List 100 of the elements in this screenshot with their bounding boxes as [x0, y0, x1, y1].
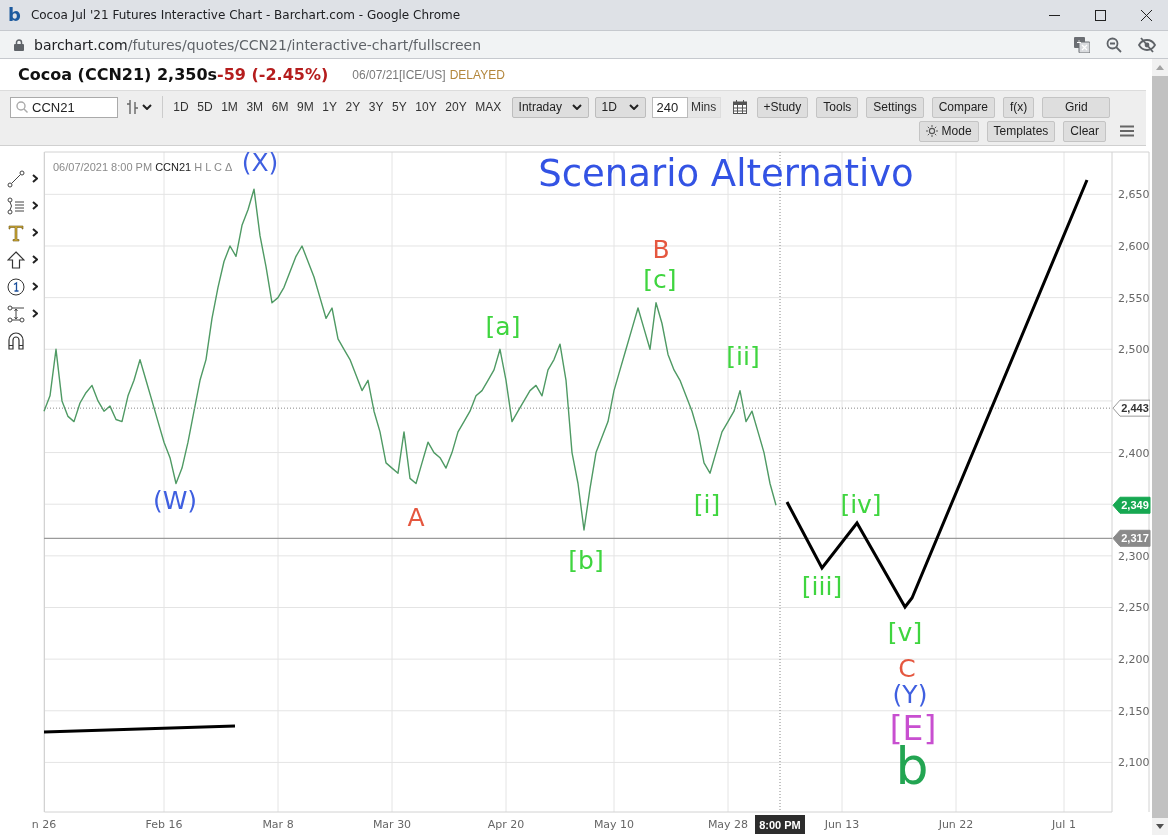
wave-label: B	[652, 234, 670, 264]
period-option[interactable]: 6M	[267, 97, 293, 117]
y-axis-label: 2,600	[1118, 240, 1150, 253]
chevron-right-icon[interactable]	[32, 282, 38, 291]
wave-label: (X)	[241, 150, 279, 177]
caret-icon	[142, 104, 152, 110]
window-title: Cocoa Jul '21 Futures Interactive Chart - Barchart.com - Google Chrome	[30, 8, 461, 22]
text-tool-icon[interactable]	[7, 223, 25, 242]
x-axis-label: Jun 22	[938, 818, 974, 831]
period-option[interactable]: 3Y	[364, 97, 388, 117]
crosshair-price-label: 2,443	[1112, 399, 1150, 417]
chevron-right-icon[interactable]	[32, 174, 38, 183]
period-option[interactable]: MAX	[470, 97, 506, 117]
period-option[interactable]: 1M	[216, 97, 243, 117]
period-option[interactable]: 20Y	[441, 97, 471, 117]
y-axis-label: 2,650	[1118, 188, 1150, 202]
y-axis-label: 2,400	[1118, 446, 1150, 460]
up-arrow-icon[interactable]	[7, 250, 25, 269]
lock-icon[interactable]	[14, 38, 24, 51]
toolbar-button[interactable]: Settings	[866, 96, 924, 118]
x-axis-label: Apr 20	[487, 818, 525, 831]
toolbar-button[interactable]: f(x)	[1003, 96, 1035, 118]
toolbar-button[interactable]: +Study	[756, 96, 809, 118]
translate-icon[interactable]	[1074, 36, 1090, 53]
caret-icon	[571, 104, 582, 110]
minutes-field[interactable]: 240	[651, 96, 688, 118]
minutes-unit-label: Mins	[687, 96, 721, 118]
last-price-label: 2,349	[1112, 496, 1151, 514]
toolbar-button[interactable]: Mode	[918, 120, 979, 142]
quote-title: Cocoa (CCN21) 2,350s	[18, 65, 218, 84]
bar-chart-icon	[127, 100, 139, 114]
x-axis-label: May 10	[593, 818, 635, 831]
toolbar-button[interactable]: Templates	[986, 120, 1056, 142]
period-option[interactable]: 1D	[169, 97, 193, 117]
wave-label: [a]	[485, 311, 521, 341]
symbol-search-field[interactable]: CCN21	[10, 96, 118, 118]
toolbar-button[interactable]: Clear	[1063, 120, 1106, 142]
x-axis-label: Jun 13	[824, 818, 860, 831]
delayed-status: DELAYED	[449, 67, 505, 82]
y-axis-label: 2,500	[1118, 343, 1150, 357]
chevron-right-icon[interactable]	[32, 255, 38, 264]
period-option[interactable]: 3M	[242, 97, 268, 117]
chart-annotation-title: Scenario Alternativo	[538, 151, 914, 195]
x-axis-label: Mar 8	[262, 818, 294, 831]
period-option[interactable]: 5D	[192, 97, 217, 117]
crosshair-time-label: 8:00 PM	[755, 815, 805, 834]
wave-label: [iii]	[801, 571, 843, 601]
maximize-icon[interactable]	[1095, 9, 1106, 21]
range-select[interactable]: 1D	[594, 96, 646, 118]
period-option[interactable]: 5Y	[387, 97, 412, 117]
wave-label: [ii]	[726, 341, 760, 371]
search-icon	[16, 101, 28, 113]
wave-label: A	[407, 502, 425, 532]
interval-select[interactable]: Intraday	[511, 96, 589, 118]
eye-slash-icon[interactable]	[1138, 36, 1156, 53]
wave-label: (W)	[152, 485, 198, 515]
period-option[interactable]: 10Y	[411, 97, 441, 117]
url-text[interactable]: barchart.com/futures/quotes/CCN21/interactive-chart/fullscreen	[34, 36, 482, 53]
x-axis-label: May 28	[707, 818, 749, 831]
price-change: -59 (-2.45%)	[217, 65, 329, 84]
scroll-down-icon[interactable]	[1156, 824, 1164, 829]
chart-legend: 06/07/2021 8:00 PM CCN21 H L C Δ	[53, 161, 233, 173]
toolbar-button[interactable]: Grid	[1042, 96, 1111, 118]
calendar-icon[interactable]	[732, 100, 747, 114]
toolbar-button[interactable]: Tools	[816, 96, 859, 118]
y-axis-label: 2,250	[1118, 601, 1150, 615]
price-line-label: 2,317	[1112, 529, 1151, 547]
quote-date: 06/07/21[ICE/US]	[352, 67, 446, 82]
wave-label: [i]	[693, 489, 721, 519]
line-tool-icon[interactable]	[7, 169, 25, 188]
toolbar-button[interactable]: Compare	[931, 96, 995, 118]
y-axis-label: 2,200	[1118, 653, 1150, 667]
y-axis-label: 2,300	[1118, 549, 1150, 563]
x-axis-label: Feb 16	[145, 818, 183, 831]
measure-icon[interactable]	[7, 304, 25, 323]
numbered-circle-icon[interactable]	[7, 277, 25, 296]
x-axis-label: Mar 30	[372, 818, 412, 831]
chevron-right-icon[interactable]	[32, 228, 38, 237]
menu-icon[interactable]	[1120, 125, 1134, 137]
sun-icon	[925, 125, 938, 137]
y-axis-label: 2,550	[1118, 291, 1150, 305]
wave-label: [b]	[568, 545, 604, 575]
period-option[interactable]: 2Y	[341, 97, 365, 117]
wave-label: [c]	[643, 264, 677, 294]
site-favicon: b	[8, 5, 21, 25]
period-option[interactable]: 9M	[292, 97, 318, 117]
x-axis-label: Jul 1	[1052, 818, 1076, 831]
x-axis-label: n 26	[31, 818, 57, 831]
y-axis-label: 2,150	[1118, 704, 1150, 718]
zoom-out-icon[interactable]	[1106, 36, 1122, 53]
close-icon[interactable]	[1141, 9, 1152, 21]
period-option[interactable]: 1Y	[317, 97, 342, 117]
y-axis-label: 2,100	[1118, 756, 1150, 770]
ref-line-label: 2,317	[1121, 532, 1149, 545]
chart-type-button[interactable]	[125, 100, 154, 114]
chevron-right-icon[interactable]	[32, 309, 38, 318]
node-lines-icon[interactable]	[7, 196, 25, 215]
chevron-right-icon[interactable]	[32, 201, 38, 210]
wave-label: [v]	[887, 617, 923, 647]
magnet-icon[interactable]	[7, 331, 25, 350]
